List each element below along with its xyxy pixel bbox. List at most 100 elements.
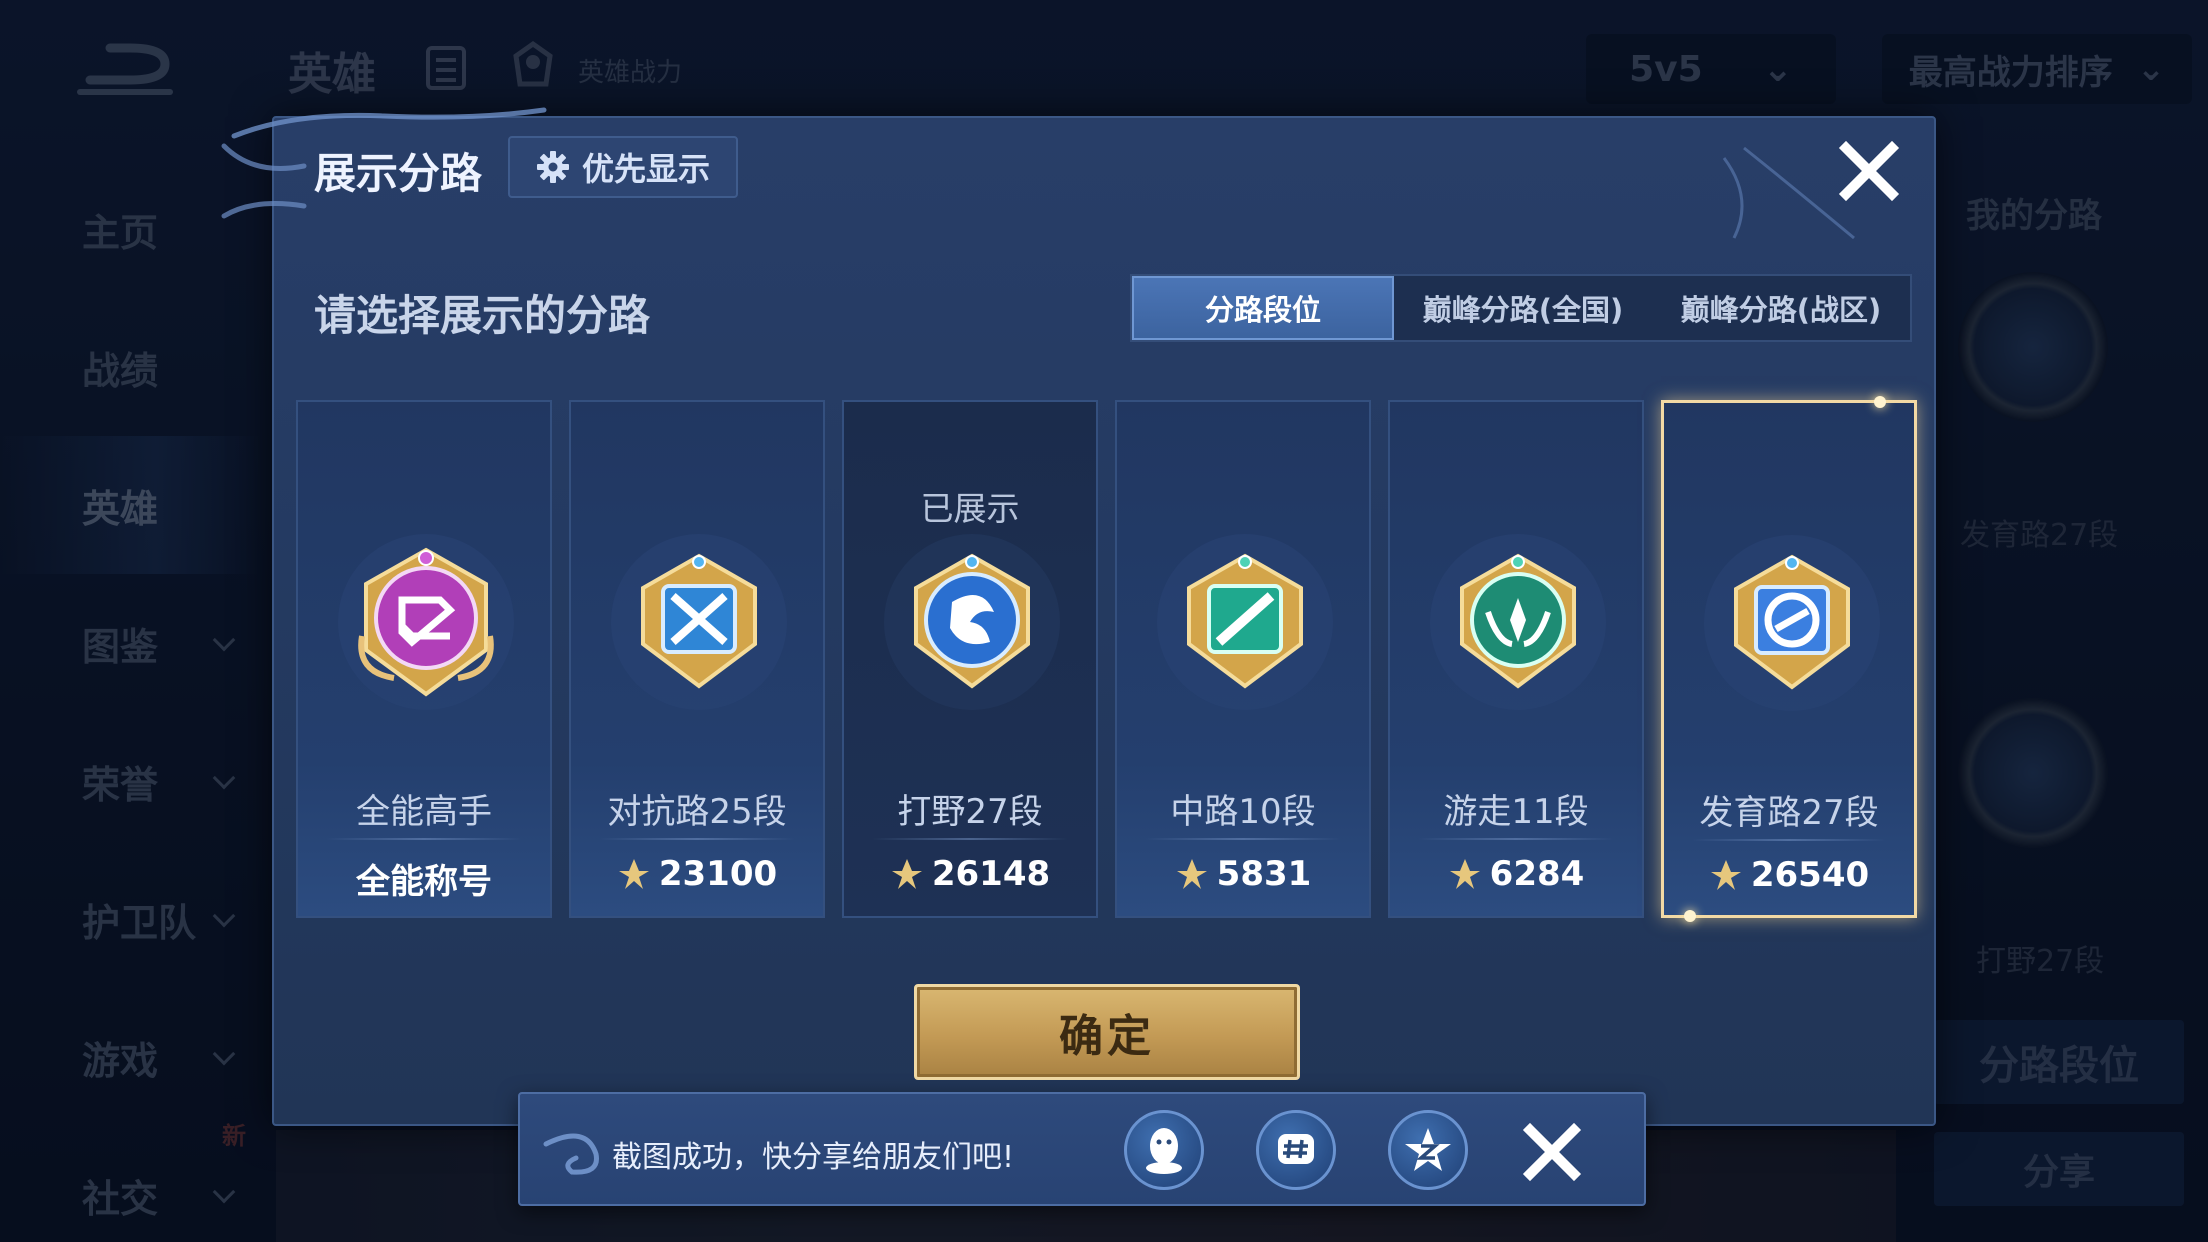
jungle-lane-badge-icon: [1958, 698, 2108, 848]
mode-select[interactable]: 5v5 ⌄: [1586, 34, 1836, 104]
back-icon[interactable]: [70, 40, 180, 100]
nav-label: 战绩: [82, 348, 159, 393]
page-title: 英雄: [288, 49, 376, 100]
adc-lane-badge-icon: [1958, 272, 2108, 422]
lane-score-value: 23100: [658, 854, 778, 894]
confirm-button[interactable]: 确定: [914, 984, 1300, 1080]
my-lane-label: 发育路27段: [1960, 518, 2119, 553]
lane-name: 中路10段: [1170, 792, 1316, 832]
close-icon[interactable]: [1520, 1120, 1584, 1184]
nav-label: 英雄: [82, 486, 159, 531]
gear-icon: [536, 151, 569, 183]
share-moments-button[interactable]: [1256, 1110, 1336, 1190]
power-icon: [1176, 859, 1207, 889]
lane-card-list: 全能高手 全能称号 对抗路25段 23100 已展示 打野27段 26148 中…: [296, 396, 1917, 922]
toast-message: 截图成功，快分享给朋友们吧!: [612, 1140, 1015, 1175]
sort-select[interactable]: 最高战力排序 ⌄: [1882, 34, 2192, 104]
all-round-badge-icon: [338, 534, 514, 710]
qq-icon: [1146, 1128, 1182, 1174]
share-button[interactable]: 分享: [1934, 1132, 2184, 1206]
nav-label: 社交: [82, 1176, 159, 1221]
tab-lane-rank[interactable]: 分路段位: [1132, 276, 1394, 340]
lane-rank-button[interactable]: 分路段位: [1934, 1020, 2184, 1104]
lane-name: 发育路27段: [1699, 793, 1879, 833]
divider: [326, 838, 522, 840]
chevron-down-icon: ⌄: [2136, 49, 2166, 89]
nav-item-social[interactable]: 社交 新: [0, 1122, 260, 1242]
chevron-down-icon: [212, 1042, 236, 1066]
my-lanes-title: 我的分路: [1966, 196, 2102, 236]
list-icon[interactable]: [426, 46, 466, 90]
tab-peak-national[interactable]: 巅峰分路(全国): [1394, 276, 1652, 340]
share-qzone-button[interactable]: [1388, 1110, 1468, 1190]
lane-name: 游走11段: [1443, 792, 1589, 832]
divider: [599, 838, 795, 840]
lane-score: 23100: [571, 854, 823, 894]
show-lane-dialog: 展示分路 优先显示 请选择展示的分路 分路段位 巅峰分路(全国) 巅峰分路(战区…: [221, 107, 1936, 1126]
mode-select-value: 5v5: [1629, 48, 1703, 90]
nav-item-honor[interactable]: 荣誉: [0, 712, 260, 850]
lane-score: 6284: [1390, 854, 1642, 894]
lane-score-value: 6284: [1489, 854, 1585, 894]
power-icon: [618, 859, 649, 889]
lane-tabs: 分路段位 巅峰分路(全国) 巅峰分路(战区): [1130, 274, 1912, 342]
shown-label: 已展示: [920, 489, 1020, 528]
lane-card-mid[interactable]: 中路10段 5831: [1115, 400, 1371, 918]
left-nav: 主页 战绩 英雄 图鉴 荣誉 护卫队 游戏 社交 新: [0, 160, 260, 1242]
chevron-down-icon: [212, 766, 236, 790]
wechat-moments-icon: [1278, 1134, 1314, 1164]
divider: [1418, 838, 1614, 840]
qzone-icon: [1405, 1128, 1451, 1171]
nav-item-hero[interactable]: 英雄: [0, 436, 260, 574]
power-icon: [1710, 860, 1741, 890]
lane-score-value: 5831: [1216, 854, 1312, 894]
share-qq-button[interactable]: [1124, 1110, 1204, 1190]
nav-label: 荣誉: [82, 762, 159, 807]
new-badge: 新: [222, 1122, 246, 1150]
nav-item-game[interactable]: 游戏: [0, 988, 260, 1126]
nav-item-record[interactable]: 战绩: [0, 298, 260, 436]
power-icon: [891, 859, 922, 889]
lane-score-value: 26148: [931, 854, 1051, 894]
hero-power-icon: [513, 40, 553, 87]
divider: [1145, 838, 1341, 840]
priority-display-label: 优先显示: [581, 150, 710, 188]
lane-card-clash[interactable]: 对抗路25段 23100: [569, 400, 825, 918]
lane-score-value: 全能称号: [356, 862, 492, 902]
nav-item-codex[interactable]: 图鉴: [0, 574, 260, 712]
lane-score: 26148: [844, 854, 1096, 894]
close-icon[interactable]: [1834, 136, 1904, 206]
my-lane-label: 打野27段: [1976, 944, 2105, 979]
lane-card-farm[interactable]: 发育路27段 26540: [1661, 396, 1917, 922]
lane-score: 26540: [1664, 855, 1914, 895]
clash-lane-badge-icon: [611, 534, 787, 710]
lane-card-roam[interactable]: 游走11段 6284: [1388, 400, 1644, 918]
nav-label: 图鉴: [82, 624, 159, 669]
divider: [872, 838, 1068, 840]
dialog-title: 展示分路: [314, 149, 483, 198]
lane-card-jungle[interactable]: 已展示 打野27段 26148: [842, 400, 1098, 918]
power-icon: [1449, 859, 1480, 889]
nav-label: 游戏: [82, 1038, 159, 1083]
priority-display-button[interactable]: 优先显示: [508, 136, 738, 198]
lane-score: 5831: [1117, 854, 1369, 894]
chevron-down-icon: [212, 904, 236, 928]
lane-name: 打野27段: [897, 792, 1043, 832]
nav-label: 护卫队: [82, 900, 197, 945]
chevron-down-icon: [212, 628, 236, 652]
lane-name: 对抗路25段: [607, 792, 787, 832]
lane-name: 全能高手: [356, 792, 492, 832]
dialog-subtitle: 请选择展示的分路: [314, 291, 651, 340]
lane-score: 全能称号: [298, 854, 550, 903]
mid-lane-badge-icon: [1157, 534, 1333, 710]
chevron-down-icon: ⌄: [1762, 48, 1793, 90]
lane-card-all-round[interactable]: 全能高手 全能称号: [296, 400, 552, 918]
lane-score-value: 26540: [1750, 855, 1870, 895]
screenshot-share-toast: 截图成功，快分享给朋友们吧!: [518, 1092, 1646, 1206]
chevron-down-icon: [212, 1180, 236, 1204]
selection-sparkle-icon: [1684, 910, 1696, 922]
nav-label: 主页: [82, 210, 159, 255]
nav-item-guard[interactable]: 护卫队: [0, 850, 260, 988]
farm-lane-badge-icon: [1704, 535, 1880, 711]
tab-peak-region[interactable]: 巅峰分路(战区): [1652, 276, 1910, 340]
